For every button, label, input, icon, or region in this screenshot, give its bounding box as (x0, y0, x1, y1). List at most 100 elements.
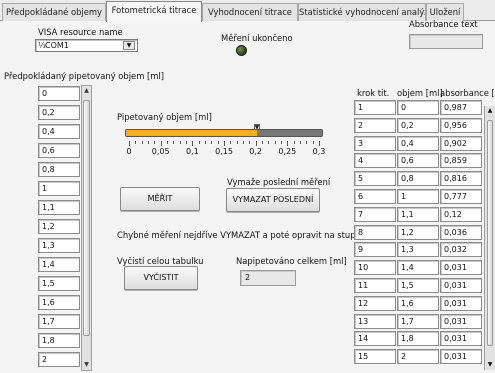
table-cell-absorbance[interactable]: 0,031 (440, 349, 482, 365)
table-cell-step[interactable]: 3 (354, 135, 396, 151)
table-cell-step[interactable]: 10 (354, 260, 396, 276)
total-pipetted-field: 2 (240, 270, 296, 286)
table-cell-step[interactable]: 8 (354, 224, 396, 240)
table-cell-absorbance[interactable]: 0,032 (440, 242, 482, 258)
table-cell-volume[interactable]: 1,5 (397, 278, 439, 293)
predicted-volume-cell[interactable]: 1,2 (38, 219, 80, 234)
scroll-down-icon[interactable]: ▼ (82, 360, 91, 370)
minor-tick (274, 141, 276, 144)
predicted-volume-cell[interactable]: 2 (38, 352, 80, 367)
table-cell-step[interactable]: 4 (354, 153, 396, 169)
tab-bar: Předpokládané objemy Fotometrická titrac… (0, 0, 495, 22)
delete-last-button[interactable]: VYMAZAT POSLEDNÍ (226, 188, 320, 212)
table-cell-step[interactable]: 13 (354, 313, 396, 329)
scrollbar-thumb[interactable] (83, 100, 90, 336)
visa-resource-combo[interactable]: ⅓ COM1 ▼ (35, 39, 138, 52)
scroll-up-icon[interactable]: ▲ (82, 86, 91, 96)
table-cell-absorbance[interactable]: 0,031 (440, 295, 482, 311)
predicted-volume-cell[interactable]: 1,5 (38, 276, 80, 291)
table-header-volume: objem [ml] (397, 88, 443, 98)
scrollbar-thumb[interactable] (487, 120, 493, 346)
major-tick (160, 141, 162, 146)
table-cell-volume[interactable]: 1,3 (397, 242, 439, 258)
table-cell-absorbance[interactable]: 0,859 (440, 153, 482, 169)
predicted-volume-cell[interactable]: 1,3 (38, 238, 80, 253)
measure-button[interactable]: MĚŘIT (120, 187, 200, 211)
tick-label: 0 (126, 147, 132, 156)
predicted-volume-cell[interactable]: 0 (38, 86, 80, 101)
absorbance-text-label: Absorbance text (409, 19, 478, 29)
table-cell-volume[interactable]: 0 (397, 100, 439, 115)
tab-statistical-evaluation[interactable]: Statistické vyhodnocení analýzy (298, 3, 426, 21)
tick-label: 0,2 (249, 147, 263, 156)
predicted-volume-cell[interactable]: 0,4 (38, 124, 80, 139)
table-cell-step[interactable]: 11 (354, 278, 396, 293)
table-cell-absorbance[interactable]: 0,036 (440, 224, 482, 240)
tab-photometric-titration[interactable]: Fotometrická titrace (106, 1, 202, 22)
clear-table-button[interactable]: VYČISTIT (124, 266, 198, 290)
table-cell-volume[interactable]: 1,2 (397, 224, 439, 240)
table-cell-absorbance[interactable]: 0,987 (440, 100, 482, 115)
predicted-volume-cell[interactable]: 1,8 (38, 333, 80, 348)
table-cell-step[interactable]: 12 (354, 295, 396, 311)
tab-predicted-volumes[interactable]: Předpokládané objemy (2, 3, 106, 21)
slider-thumb[interactable]: ▼ (253, 124, 260, 131)
minor-tick (243, 141, 244, 144)
table-cell-absorbance[interactable]: 0,031 (440, 331, 482, 347)
table-cell-volume[interactable]: 1,6 (397, 295, 439, 311)
tick-label: 0,25 (278, 147, 297, 156)
predicted-volumes-scrollbar[interactable]: ▲ ▼ (81, 85, 92, 371)
table-cell-volume[interactable]: 0,8 (397, 171, 439, 187)
predicted-volume-cell[interactable]: 1,7 (38, 314, 80, 329)
table-cell-volume[interactable]: 1,7 (397, 313, 439, 329)
table-cell-volume[interactable]: 1,1 (397, 206, 439, 222)
major-tick (224, 141, 225, 146)
table-cell-volume[interactable]: 2 (397, 349, 439, 365)
table-cell-absorbance[interactable]: 0,031 (440, 313, 482, 329)
minor-tick (205, 141, 206, 144)
table-cell-absorbance[interactable]: 0,902 (440, 135, 482, 151)
table-cell-step[interactable]: 7 (354, 206, 396, 222)
table-scrollbar[interactable]: ▲ ▼ (484, 106, 495, 370)
table-cell-step[interactable]: 15 (354, 349, 396, 365)
table-cell-absorbance[interactable]: 0,777 (440, 189, 482, 204)
table-cell-absorbance[interactable]: 0,12 (440, 206, 482, 222)
predicted-volume-cell[interactable]: 1,1 (38, 200, 80, 215)
predicted-volume-cell[interactable]: 0,2 (38, 105, 80, 120)
scroll-down-icon[interactable]: ▼ (485, 360, 495, 370)
predicted-volume-cell[interactable]: 1,4 (38, 257, 80, 272)
table-cell-step[interactable]: 5 (354, 171, 396, 187)
predicted-volume-cell[interactable]: 0,8 (38, 162, 80, 177)
table-cell-volume[interactable]: 0,4 (397, 135, 439, 151)
major-tick (255, 141, 257, 146)
scroll-up-icon[interactable]: ▲ (485, 106, 495, 116)
table-cell-step[interactable]: 1 (354, 100, 396, 115)
minor-tick (211, 141, 213, 144)
minor-tick (312, 141, 314, 144)
tab-titration-evaluation[interactable]: Vyhodnocení titrace (202, 3, 298, 21)
table-cell-volume[interactable]: 0,2 (397, 117, 439, 133)
table-cell-absorbance[interactable]: 0,816 (440, 171, 482, 187)
tick-label: 0,1 (185, 147, 199, 156)
predicted-volume-cell[interactable]: 0,6 (38, 143, 80, 158)
table-cell-volume[interactable]: 1,4 (397, 260, 439, 276)
predicted-volume-cell[interactable]: 1 (38, 181, 80, 196)
table-cell-step[interactable]: 2 (354, 117, 396, 133)
major-tick (192, 141, 194, 146)
table-cell-step[interactable]: 9 (354, 242, 396, 258)
visa-resource-value: COM1 (45, 41, 69, 50)
pipetted-volume-slider[interactable]: ▼ (125, 124, 323, 137)
table-cell-step[interactable]: 6 (354, 189, 396, 204)
table-cell-step[interactable]: 14 (354, 331, 396, 347)
table-cell-volume[interactable]: 1 (397, 189, 439, 204)
table-cell-volume[interactable]: 0,6 (397, 153, 439, 169)
minor-tick (173, 141, 175, 144)
tick-label: 0,05 (151, 147, 170, 156)
chevron-down-icon[interactable]: ▼ (123, 41, 135, 50)
table-cell-absorbance[interactable]: 0,956 (440, 117, 482, 133)
table-cell-volume[interactable]: 1,8 (397, 331, 439, 347)
major-tick (287, 141, 289, 146)
predicted-volume-cell[interactable]: 1,6 (38, 295, 80, 310)
table-cell-absorbance[interactable]: 0,031 (440, 260, 482, 276)
table-cell-absorbance[interactable]: 0,031 (440, 278, 482, 293)
